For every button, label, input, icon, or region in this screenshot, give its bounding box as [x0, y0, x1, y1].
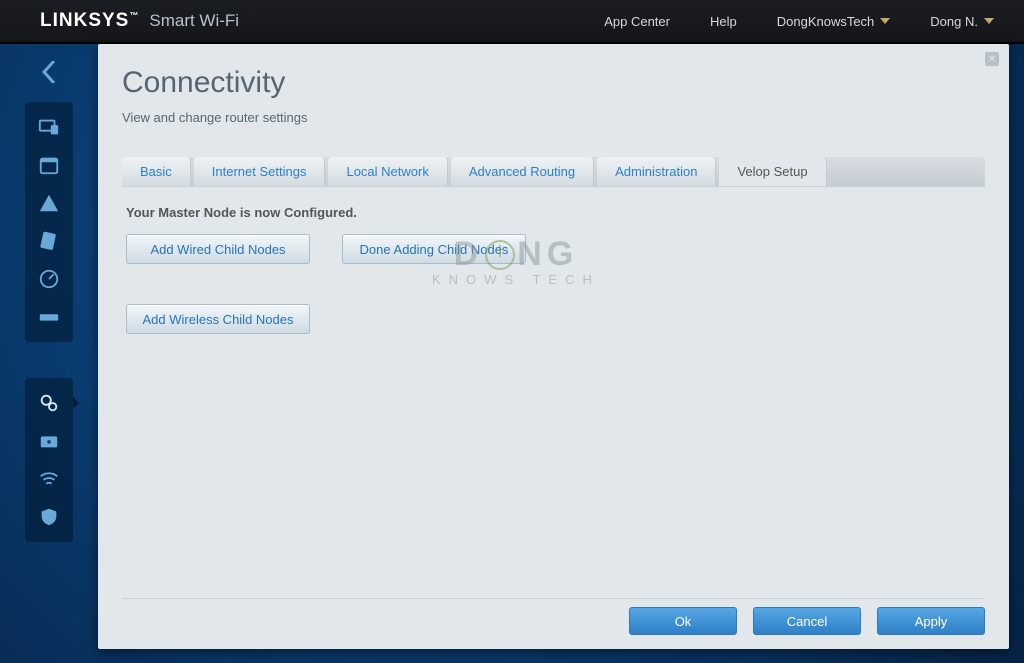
nav-user-label: Dong N.: [930, 14, 978, 29]
chevron-down-icon: [880, 18, 890, 24]
top-bar: LINKSYS™ Smart Wi-Fi App Center Help Don…: [0, 0, 1024, 44]
brand-main: LINKSYS: [40, 10, 129, 31]
tab-filler: .: [830, 157, 982, 186]
calendar-icon: [38, 154, 60, 176]
tab-velop-setup[interactable]: Velop Setup: [719, 157, 826, 187]
sidebar: [0, 44, 98, 663]
sidebar-rail-top: [25, 102, 73, 342]
close-button[interactable]: ✕: [985, 52, 999, 66]
nav-network-dropdown[interactable]: DongKnowsTech: [777, 14, 891, 29]
content-panel: ✕ Connectivity View and change router se…: [98, 44, 1009, 649]
usb-icon: [38, 306, 60, 328]
brand-logo: LINKSYS™: [40, 10, 139, 32]
tab-internet-settings[interactable]: Internet Settings: [194, 157, 326, 186]
chevron-down-icon: [984, 18, 994, 24]
gear-icon: [38, 392, 60, 414]
add-wired-button[interactable]: Add Wired Child Nodes: [126, 234, 310, 264]
apply-button[interactable]: Apply: [877, 607, 985, 635]
status-text: Your Master Node is now Configured.: [126, 205, 981, 220]
brand-subtitle: Smart Wi-Fi: [149, 11, 239, 31]
shield-icon: [38, 506, 60, 528]
tab-administration[interactable]: Administration: [597, 157, 716, 186]
sidebar-rail-bottom: [25, 378, 73, 542]
sidebar-item-media[interactable]: [30, 222, 68, 260]
tabs: Basic Internet Settings Local Network Ad…: [122, 157, 985, 187]
gauge-icon: [38, 268, 60, 290]
warning-icon: [38, 192, 60, 214]
ok-button[interactable]: Ok: [629, 607, 737, 635]
chevron-left-icon: [42, 61, 56, 83]
footer-buttons: Ok Cancel Apply: [122, 598, 985, 635]
sidebar-item-speed[interactable]: [30, 260, 68, 298]
devices-icon: [38, 116, 60, 138]
sidebar-item-shield[interactable]: [30, 498, 68, 536]
cancel-button[interactable]: Cancel: [753, 607, 861, 635]
camera-icon: [38, 430, 60, 452]
sidebar-item-settings[interactable]: [30, 384, 68, 422]
add-wireless-button[interactable]: Add Wireless Child Nodes: [126, 304, 310, 334]
sidebar-item-parental[interactable]: [30, 184, 68, 222]
sidebar-item-wifi[interactable]: [30, 460, 68, 498]
nav-help[interactable]: Help: [710, 14, 737, 29]
media-icon: [38, 230, 60, 252]
main: ✕ Connectivity View and change router se…: [0, 44, 1024, 663]
sidebar-item-security[interactable]: [30, 422, 68, 460]
tab-body: Your Master Node is now Configured. Add …: [122, 187, 985, 598]
brand: LINKSYS™ Smart Wi-Fi: [40, 10, 239, 32]
brand-tm: ™: [129, 11, 139, 21]
sidebar-item-devices[interactable]: [30, 108, 68, 146]
nav-network-label: DongKnowsTech: [777, 14, 875, 29]
page-title: Connectivity: [122, 66, 985, 100]
close-icon: ✕: [988, 54, 996, 65]
back-button[interactable]: [29, 52, 69, 92]
page-subtitle: View and change router settings: [122, 110, 985, 125]
wifi-icon: [38, 468, 60, 490]
nav-user-dropdown[interactable]: Dong N.: [930, 14, 994, 29]
child-node-buttons: Add Wired Child Nodes Done Adding Child …: [126, 234, 981, 334]
tab-advanced-routing[interactable]: Advanced Routing: [451, 157, 594, 186]
done-adding-button[interactable]: Done Adding Child Nodes: [342, 234, 526, 264]
tab-basic[interactable]: Basic: [122, 157, 191, 186]
tab-local-network[interactable]: Local Network: [328, 157, 447, 186]
sidebar-item-usb[interactable]: [30, 298, 68, 336]
nav-app-center[interactable]: App Center: [604, 14, 670, 29]
sidebar-item-calendar[interactable]: [30, 146, 68, 184]
